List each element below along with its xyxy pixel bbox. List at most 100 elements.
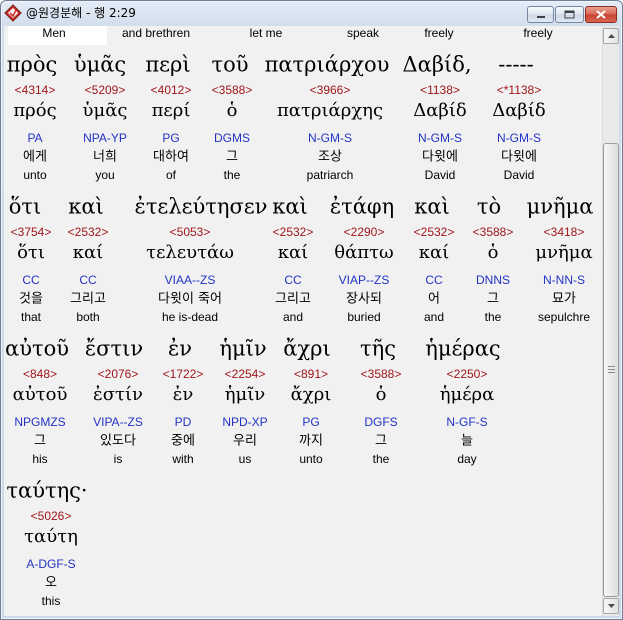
- korean-gloss: 조상: [318, 149, 342, 165]
- lemma-word: καί: [277, 242, 309, 263]
- greek-word[interactable]: καὶ: [272, 196, 308, 218]
- lemma-word: θάπτω: [334, 242, 394, 263]
- korean-gloss: 그: [226, 149, 238, 165]
- title-bar[interactable]: @원경분해 - 행 2:29: [0, 0, 623, 26]
- greek-word[interactable]: ὅτι: [9, 196, 42, 218]
- greek-word[interactable]: ὑμᾶς: [74, 54, 126, 76]
- strongs-number[interactable]: <3588>: [212, 84, 253, 96]
- greek-word[interactable]: καὶ: [414, 196, 450, 218]
- strongs-number[interactable]: <5209>: [85, 84, 126, 96]
- english-gloss: sepulchre: [537, 310, 591, 324]
- strongs-number[interactable]: <2290>: [344, 226, 385, 238]
- maximize-icon: [564, 10, 575, 19]
- parsing-code: CC: [79, 273, 97, 287]
- parsing-code: CC: [284, 273, 302, 287]
- lemma-word: ὁ: [487, 242, 499, 263]
- parsing-code: N-NN-S: [543, 273, 585, 287]
- strongs-number[interactable]: <3588>: [361, 368, 402, 380]
- korean-gloss: 그리고: [275, 291, 311, 307]
- strongs-number[interactable]: <5026>: [31, 510, 72, 522]
- close-icon: [596, 10, 606, 19]
- lemma-word: Δαβίδ: [492, 100, 546, 121]
- strongs-number[interactable]: <1138>: [420, 84, 460, 96]
- close-button[interactable]: [585, 6, 617, 23]
- greek-word[interactable]: ταύτης·: [6, 480, 87, 502]
- lemma-word: ὁ: [375, 384, 387, 405]
- strongs-number[interactable]: <3418>: [544, 226, 585, 238]
- greek-word[interactable]: -----: [498, 54, 533, 76]
- strongs-number[interactable]: <2532>: [414, 226, 455, 238]
- greek-word[interactable]: τοῦ: [211, 54, 248, 76]
- english-gloss: of: [165, 168, 177, 182]
- parsing-code: PA: [27, 131, 43, 145]
- strongs-number[interactable]: <891>: [294, 368, 328, 380]
- strongs-number[interactable]: <2250>: [447, 368, 488, 380]
- app-icon[interactable]: [4, 4, 22, 22]
- greek-word[interactable]: ἐτάφη: [330, 196, 394, 218]
- lemma-word: καί: [418, 242, 450, 263]
- english-gloss: us: [238, 452, 252, 466]
- minimize-button[interactable]: [527, 6, 554, 23]
- greek-word[interactable]: ἔστιν: [85, 338, 143, 360]
- greek-word[interactable]: καὶ: [68, 196, 104, 218]
- lemma-word: ταύτη: [24, 526, 78, 547]
- korean-gloss: 너희: [93, 149, 117, 165]
- greek-word[interactable]: ἐν: [168, 338, 192, 360]
- greek-word[interactable]: τὸ: [477, 196, 501, 218]
- greek-word[interactable]: ἐτελεύτησεν: [135, 196, 268, 218]
- greek-word[interactable]: τῆς: [360, 338, 396, 360]
- english-gloss: he is-dead: [161, 310, 219, 324]
- strongs-number[interactable]: <3754>: [11, 226, 52, 238]
- strongs-number[interactable]: <3966>: [310, 84, 351, 96]
- maximize-button[interactable]: [555, 6, 584, 23]
- strongs-number[interactable]: <2532>: [273, 226, 314, 238]
- greek-word[interactable]: πατριάρχου: [265, 54, 390, 76]
- scroll-down-button[interactable]: [603, 598, 619, 614]
- lemma-word: ἐστίν: [93, 384, 143, 405]
- greek-word[interactable]: πρὸς: [7, 54, 58, 76]
- lemma-word: πατριάρχης: [276, 100, 384, 121]
- korean-gloss: 있도다: [100, 433, 136, 449]
- parsing-code: PD: [174, 415, 192, 429]
- strongs-number[interactable]: <848>: [23, 368, 57, 380]
- scroll-up-button[interactable]: [603, 28, 619, 44]
- strongs-number[interactable]: <2532>: [68, 226, 109, 238]
- strongs-number[interactable]: <*1138>: [497, 84, 542, 96]
- greek-word[interactable]: ἡμῖν: [219, 338, 266, 360]
- scroll-grip-icon: [608, 366, 615, 373]
- interlinear-panel[interactable]: Men and brethren let me speak freely fre…: [4, 26, 602, 616]
- english-gloss: you: [95, 168, 115, 182]
- english-gloss: unto: [299, 452, 323, 466]
- parsing-code: DGFS: [364, 415, 398, 429]
- strongs-number[interactable]: <4012>: [151, 84, 192, 96]
- greek-word[interactable]: ἄχρι: [283, 338, 331, 360]
- strongs-number[interactable]: <3588>: [473, 226, 514, 238]
- parsing-code: N-GF-S: [446, 415, 488, 429]
- strongs-number[interactable]: <5053>: [170, 226, 211, 238]
- greek-word[interactable]: μνῆμα: [527, 196, 594, 218]
- greek-word[interactable]: Δαβίδ,: [402, 54, 471, 76]
- greek-word[interactable]: περὶ: [145, 54, 190, 76]
- english-gloss: the: [372, 452, 390, 466]
- parsing-code: A-DGF-S: [26, 557, 76, 571]
- parsing-code: N-GM-S: [418, 131, 462, 145]
- english-gloss: David: [503, 168, 535, 182]
- english-gloss: is: [113, 452, 123, 466]
- strongs-number[interactable]: <2076>: [98, 368, 139, 380]
- strongs-number[interactable]: <1722>: [163, 368, 204, 380]
- lemma-word: ἄχρι: [290, 384, 332, 405]
- vertical-scrollbar[interactable]: [602, 26, 619, 616]
- korean-gloss: 그: [375, 433, 387, 449]
- scroll-thumb[interactable]: [603, 143, 619, 597]
- greek-word[interactable]: ἡμέρας: [425, 338, 500, 360]
- strongs-number[interactable]: <4314>: [15, 84, 56, 96]
- korean-gloss: 우리: [233, 433, 257, 449]
- app-window: @원경분해 - 행 2:29 Men and brethren let me s…: [0, 0, 623, 620]
- english-gloss: both: [76, 310, 100, 324]
- english-gloss: the: [223, 168, 241, 182]
- greek-word[interactable]: αὐτοῦ: [5, 338, 69, 360]
- korean-gloss: 그: [487, 291, 499, 307]
- strongs-number[interactable]: <2254>: [225, 368, 266, 380]
- korean-gloss: 까지: [299, 433, 323, 449]
- parsing-code: VIPA--ZS: [93, 415, 143, 429]
